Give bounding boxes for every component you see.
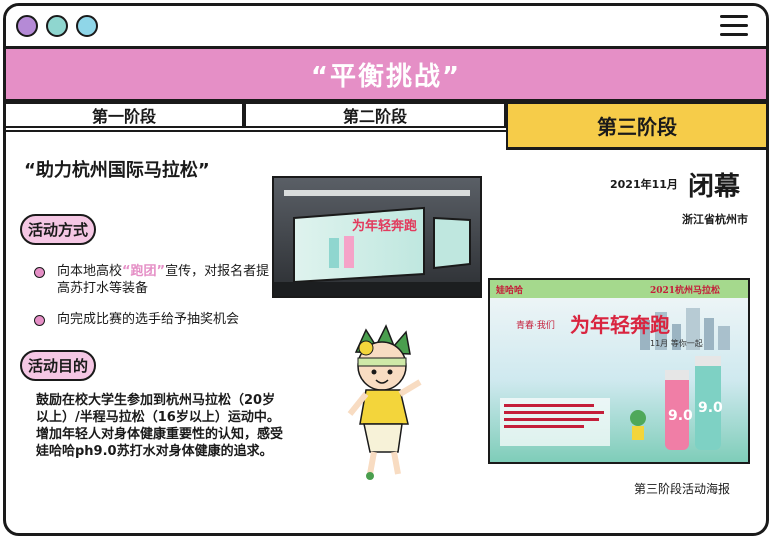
event-location: 浙江省杭州市 (682, 213, 748, 226)
tab-stage-2[interactable]: 第二阶段 (244, 102, 506, 128)
goal-text: 鼓励在校大学生参加到杭州马拉松（20岁以上）/半程马拉松（16岁以上）运动中。增… (36, 393, 284, 459)
bullet-text: 向本地高校“跑团”宣传，对报名者提高苏打水等装备 (57, 264, 270, 296)
event-status: 闭幕 (688, 172, 741, 202)
bottle-label-mint: 9.0 (698, 400, 723, 416)
highlight-text: “跑团” (122, 264, 166, 279)
section-heading: “助力杭州国际马拉松” (24, 160, 210, 181)
tab-stage-1[interactable]: 第一阶段 (6, 102, 244, 128)
bullet-icon (34, 315, 45, 326)
bottle-label-pink: 9.0 (668, 408, 693, 424)
bullet-icon (34, 267, 45, 278)
poster-date: 11月 等你一起 (650, 338, 703, 348)
bullet-text: 向完成比赛的选手给予抽奖机会 (57, 312, 240, 327)
poster-brand: 娃哈哈 (495, 284, 523, 296)
event-date: 2021年11月 (610, 178, 678, 191)
method-badge: 活动方式 (20, 214, 97, 245)
poster-slogan: 为年轻奔跑 (570, 313, 670, 337)
mascot-illustration (336, 324, 436, 484)
subway-billboard-photo: 为年轻奔跑 (272, 176, 482, 298)
poster-caption: 第三阶段活动海报 (634, 482, 731, 496)
window-dot-blue[interactable] (76, 15, 98, 37)
window-dot-purple[interactable] (16, 15, 38, 37)
title-banner: “平衡挑战” (6, 49, 766, 102)
marathon-poster: 娃哈哈 2021杭州马拉松 青春·我们 为年轻奔跑 11月 等你一起 9.0 9… (488, 278, 750, 464)
hamburger-menu-icon[interactable] (720, 15, 748, 37)
divider (6, 130, 506, 132)
window-dot-mint[interactable] (46, 15, 68, 37)
list-item: 向本地高校“跑团”宣传，对报名者提高苏打水等装备 (34, 263, 274, 297)
poster-slogan-small: 青春·我们 (516, 319, 555, 331)
page-title: “平衡挑战” (310, 61, 462, 92)
goal-badge: 活动目的 (20, 350, 97, 381)
billboard-slogan: 为年轻奔跑 (352, 218, 417, 234)
stage-tabs: 第一阶段 第二阶段 第三阶段 (6, 102, 766, 150)
poster-event: 2021杭州马拉松 (650, 284, 720, 296)
tab-stage-3[interactable]: 第三阶段 (506, 102, 766, 150)
list-item: 向完成比赛的选手给予抽奖机会 (34, 311, 274, 328)
title-bar (6, 6, 766, 49)
app-window: “平衡挑战” 第一阶段 第二阶段 第三阶段 “助力杭州国际马拉松” 活动方式 向… (3, 3, 769, 536)
